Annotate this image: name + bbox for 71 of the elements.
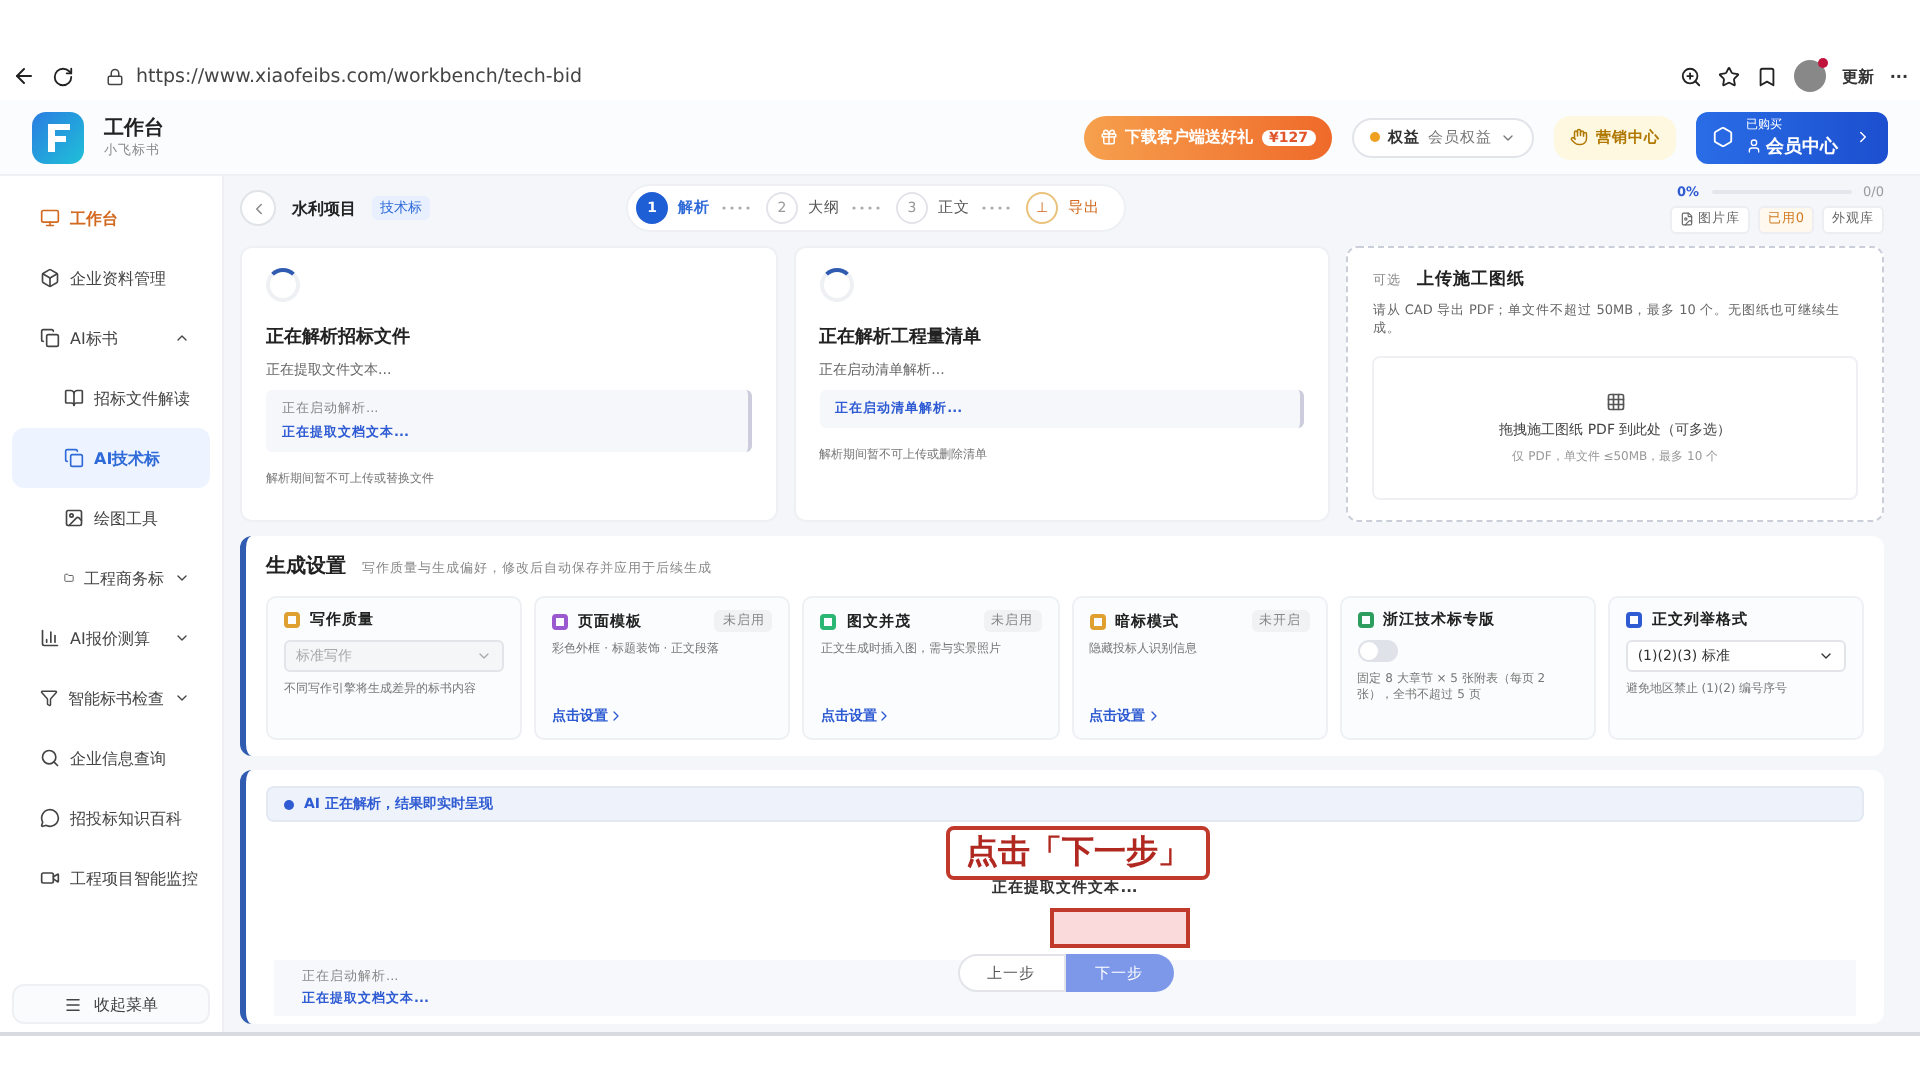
dotted-connector [982, 206, 1014, 210]
option-icon [820, 613, 837, 629]
chart-icon [40, 628, 60, 648]
gift-icon [1099, 128, 1118, 146]
option-icon [1089, 613, 1105, 629]
card-title: 正在解析工程量清单 [819, 324, 984, 350]
chevron-down-icon [174, 570, 190, 586]
lock-icon [106, 67, 124, 85]
avatar[interactable] [1793, 60, 1826, 92]
app-title: 工作台 [104, 115, 164, 142]
spinner-icon [819, 268, 854, 302]
box-icon [40, 268, 60, 288]
chevron-down-icon [174, 690, 190, 706]
bookmark-icon[interactable] [1755, 65, 1778, 87]
chat-icon [40, 808, 60, 828]
collapse-menu-button[interactable]: 收起菜单 [12, 984, 210, 1024]
dotted-connector [722, 206, 754, 210]
zoom-icon[interactable] [1679, 65, 1702, 87]
folder-icon [64, 568, 74, 588]
project-name: 水利项目 [292, 197, 356, 219]
update-label[interactable]: 更新 [1841, 65, 1874, 87]
sidebar-item[interactable]: AI技术标 [12, 428, 210, 488]
camera-icon [40, 868, 60, 888]
sidebar-item[interactable]: 企业资料管理 [12, 248, 210, 308]
filter-icon [40, 688, 58, 708]
monitor-icon [40, 208, 60, 228]
settings-title: 生成设置 [266, 553, 346, 580]
toggle-switch[interactable] [1357, 640, 1398, 662]
sidebar-item[interactable]: AI标书 [12, 308, 210, 368]
annotation-callout: 点击「下一步」 [946, 826, 1210, 880]
option-icon [552, 613, 569, 629]
chevron-down-icon [174, 630, 190, 646]
option-icon [1625, 612, 1642, 628]
book-icon [64, 388, 84, 408]
menu-icon [64, 995, 82, 1013]
image-icon [64, 508, 84, 528]
image-icon [1679, 212, 1694, 226]
logo-icon [32, 111, 84, 163]
chevron-up-icon [174, 330, 190, 346]
sidebar-item[interactable]: 招投标知识百科 [12, 788, 210, 848]
option-icon [1357, 612, 1374, 628]
sidebar-item[interactable]: 企业信息查询 [12, 728, 210, 788]
option-icon [284, 612, 300, 628]
more-menu[interactable]: ··· [1889, 67, 1908, 85]
search-icon [40, 748, 60, 768]
sidebar-item[interactable]: 工作台 [12, 188, 210, 248]
sidebar-item[interactable]: 绘图工具 [12, 488, 210, 548]
spinner-icon [266, 268, 300, 302]
chevron-down-icon [1818, 648, 1834, 664]
chevron-right-icon [1854, 128, 1872, 146]
annotation-highlight [1049, 908, 1189, 948]
copy-icon [40, 328, 60, 348]
hand-icon [1570, 128, 1588, 146]
card-title: 正在解析招标文件 [266, 324, 412, 350]
grid-icon [1605, 391, 1626, 412]
hexagon-icon [1712, 126, 1734, 148]
reload-icon[interactable] [52, 65, 74, 87]
star-icon[interactable] [1717, 65, 1740, 87]
notification-dot [1817, 58, 1828, 68]
sidebar-item[interactable]: AI报价测算 [12, 608, 210, 668]
chevron-down-icon [476, 648, 493, 664]
sidebar-item[interactable]: 招标文件解读 [12, 368, 210, 428]
dotted-connector [852, 206, 884, 210]
sidebar-item[interactable]: 工程商务标 [12, 548, 210, 608]
back-icon[interactable] [12, 64, 36, 88]
sidebar-item[interactable]: 工程项目智能监控 [12, 848, 210, 908]
copy-icon [64, 448, 84, 468]
sidebar-item[interactable]: 智能标书检查 [12, 668, 210, 728]
card-title: 上传施工图纸 [1416, 268, 1525, 292]
user-icon [1746, 138, 1762, 154]
address-bar[interactable]: https://www.xiaofeibs.com/workbench/tech-bid [90, 54, 1664, 98]
